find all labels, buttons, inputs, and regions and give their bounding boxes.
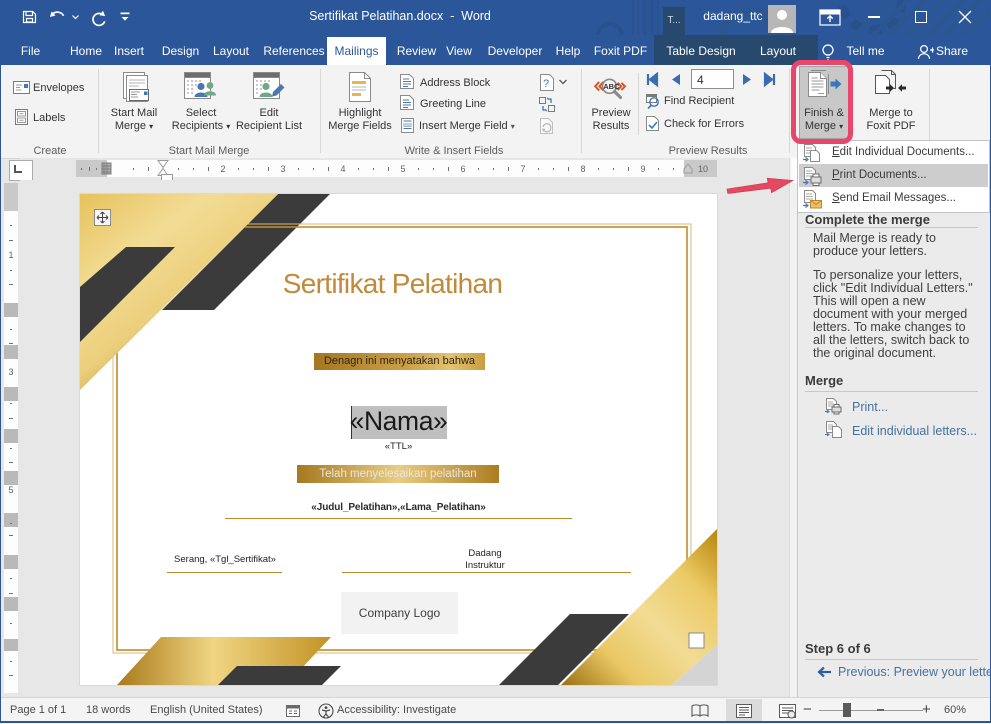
svg-text:2: 2: [220, 164, 225, 174]
svg-text:1: 1: [8, 250, 13, 260]
svg-text:ABC: ABC: [603, 82, 620, 91]
svg-text:5: 5: [400, 164, 405, 174]
svg-text:10: 10: [698, 164, 708, 174]
svg-text:3: 3: [280, 164, 285, 174]
svg-text:6: 6: [460, 164, 465, 174]
svg-text:8: 8: [580, 164, 585, 174]
svg-text:5: 5: [8, 485, 13, 495]
svg-text:4: 4: [340, 164, 345, 174]
svg-text:?: ?: [543, 78, 549, 90]
svg-text:3: 3: [8, 367, 13, 377]
svg-text:9: 9: [640, 164, 645, 174]
svg-text:7: 7: [520, 164, 525, 174]
